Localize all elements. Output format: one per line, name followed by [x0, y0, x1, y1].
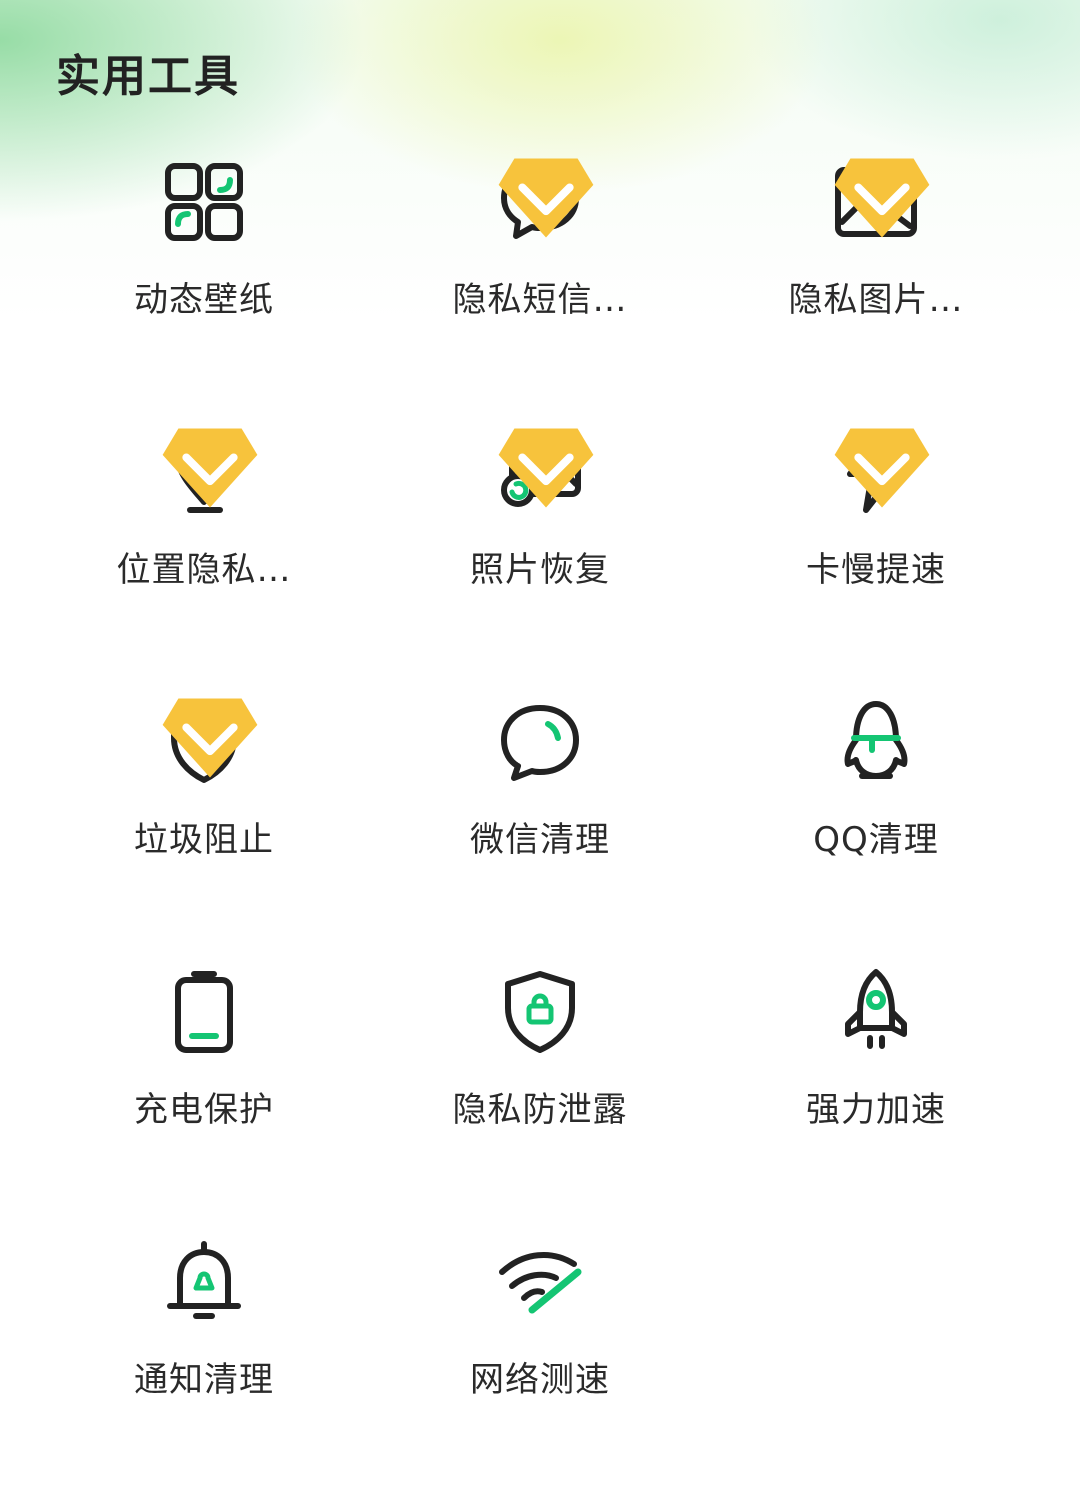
tool-item-boost[interactable]: 强力加速 [708, 950, 1044, 1220]
vip-badge-icon [162, 698, 258, 778]
rocket-icon [826, 962, 926, 1062]
battery-icon [154, 962, 254, 1062]
location-pin-icon [154, 422, 258, 522]
tool-item-qq-clean[interactable]: QQ清理 [708, 680, 1044, 950]
tool-item-location-privacy[interactable]: 位置隐私… [36, 410, 372, 680]
wechat-bubble-icon [490, 692, 590, 792]
lightning-icon [826, 422, 930, 522]
tool-label: 动态壁纸 [134, 280, 274, 320]
tool-label: 网络测速 [470, 1360, 610, 1400]
tool-item-junk-block[interactable]: 垃圾阻止 [36, 680, 372, 950]
tool-item-speed-up[interactable]: 卡慢提速 [708, 410, 1044, 680]
tool-label: 隐私防泄露 [452, 1090, 628, 1130]
tools-grid: 动态壁纸 隐私短信… 隐私图片… 位置隐私… 照片恢复 卡慢提速 垃圾阻止 微信… [0, 140, 1080, 1490]
tool-label: 充电保护 [134, 1090, 274, 1130]
tool-label: 通知清理 [134, 1360, 274, 1400]
page-title: 实用工具 [56, 51, 240, 102]
tool-label: 照片恢复 [470, 550, 610, 590]
vip-badge-icon [834, 158, 930, 238]
tool-label: 隐私短信… [452, 280, 628, 320]
tool-item-network-speed[interactable]: 网络测速 [372, 1220, 708, 1490]
wifi-icon [490, 1232, 590, 1332]
tool-item-privacy-leak-protect[interactable]: 隐私防泄露 [372, 950, 708, 1220]
photo-restore-icon [490, 422, 594, 522]
tool-label: 强力加速 [806, 1090, 946, 1130]
wallpaper-grid-icon [154, 152, 254, 252]
image-icon [826, 152, 930, 252]
tool-item-private-images[interactable]: 隐私图片… [708, 140, 1044, 410]
tool-label: 微信清理 [470, 820, 610, 860]
shield-plus-icon [154, 692, 258, 792]
bell-icon [154, 1232, 254, 1332]
tool-label: 卡慢提速 [806, 550, 946, 590]
vip-badge-icon [498, 158, 594, 238]
vip-badge-icon [162, 428, 258, 508]
qq-penguin-icon [826, 692, 926, 792]
tool-label: QQ清理 [813, 820, 939, 860]
tool-item-private-sms[interactable]: 隐私短信… [372, 140, 708, 410]
vip-badge-icon [498, 428, 594, 508]
chat-bubble-icon [490, 152, 594, 252]
vip-badge-icon [834, 428, 930, 508]
tool-item-notification-clean[interactable]: 通知清理 [36, 1220, 372, 1490]
tool-label: 隐私图片… [788, 280, 964, 320]
tool-label: 位置隐私… [116, 550, 292, 590]
tool-item-wechat-clean[interactable]: 微信清理 [372, 680, 708, 950]
shield-lock-icon [490, 962, 590, 1062]
tool-label: 垃圾阻止 [134, 820, 274, 860]
tool-item-wallpaper[interactable]: 动态壁纸 [36, 140, 372, 410]
tool-item-charge-protect[interactable]: 充电保护 [36, 950, 372, 1220]
tool-item-photo-restore[interactable]: 照片恢复 [372, 410, 708, 680]
